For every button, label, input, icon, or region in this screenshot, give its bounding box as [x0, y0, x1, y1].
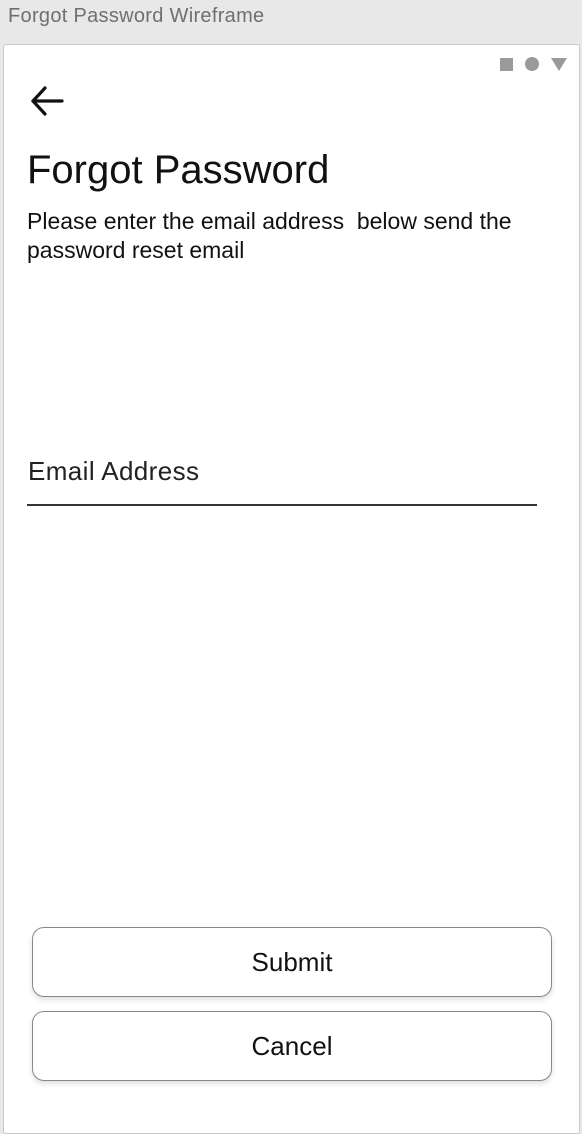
window-title-bar: Forgot Password Wireframe — [0, 0, 582, 44]
back-button[interactable] — [28, 83, 68, 119]
cancel-button[interactable]: Cancel — [32, 1011, 552, 1081]
circle-icon — [525, 57, 539, 71]
window-title: Forgot Password Wireframe — [8, 5, 265, 27]
page-title: Forgot Password — [27, 148, 330, 192]
email-field[interactable]: Email Address — [28, 456, 199, 487]
submit-button[interactable]: Submit — [32, 927, 552, 997]
phone-screen: Forgot Password Please enter the email a… — [3, 44, 580, 1134]
arrow-left-icon — [31, 86, 64, 116]
triangle-icon — [551, 57, 567, 71]
email-underline — [27, 504, 537, 506]
square-icon — [500, 57, 513, 71]
page-subtitle: Please enter the email address below sen… — [27, 208, 518, 263]
status-bar — [500, 57, 567, 71]
